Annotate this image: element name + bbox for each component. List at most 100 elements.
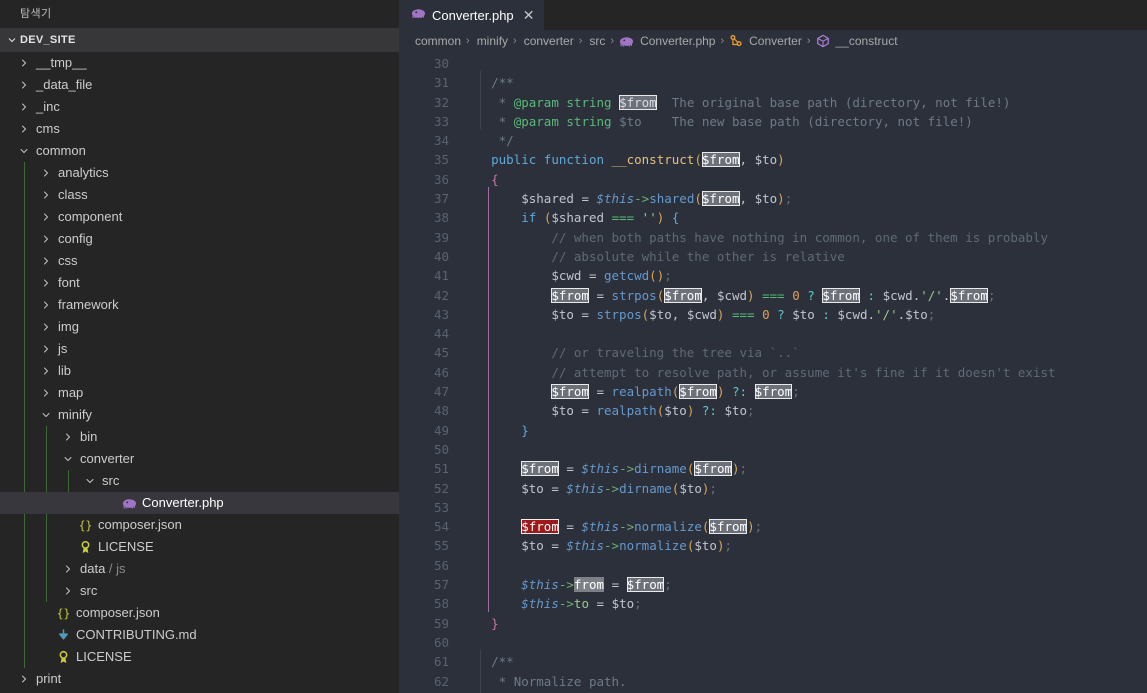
code-line[interactable]: if ($shared === '') { <box>461 208 1147 227</box>
code-line[interactable]: // attempt to resolve path, or assume it… <box>461 363 1147 382</box>
breadcrumb-item-converter-php[interactable]: Converter.php <box>619 34 715 49</box>
code-line[interactable]: $shared = $this->shared($from, $to); <box>461 189 1147 208</box>
tree-file-composer-json[interactable]: {} composer.json <box>0 514 399 536</box>
chevron-right-icon[interactable] <box>38 211 54 223</box>
code-content[interactable]: /** * @param string $from The original b… <box>461 52 1147 693</box>
code-line[interactable]: $from = realpath($from) ?: $from; <box>461 382 1147 401</box>
chevron-down-icon[interactable] <box>60 453 76 465</box>
breadcrumb-item-converter[interactable]: Converter <box>729 34 802 48</box>
tree-folder-converter[interactable]: converter <box>0 448 399 470</box>
chevron-right-icon[interactable] <box>38 255 54 267</box>
breadcrumb-item-converter[interactable]: converter <box>522 34 574 48</box>
tree-folder-css[interactable]: css <box>0 250 399 272</box>
chevron-right-icon[interactable] <box>16 673 32 685</box>
tree-folder-lib[interactable]: lib <box>0 360 399 382</box>
code-line[interactable] <box>461 633 1147 652</box>
code-line[interactable] <box>461 54 1147 73</box>
chevron-right-icon[interactable] <box>60 563 76 575</box>
breadcrumb-item-common[interactable]: common <box>413 34 461 48</box>
code-line[interactable]: * Normalize path. <box>461 672 1147 691</box>
code-line[interactable]: * @param string $to The new base path (d… <box>461 112 1147 131</box>
breadcrumb[interactable]: common › minify › converter › src › Converter.ph… <box>399 30 1147 52</box>
chevron-right-icon[interactable] <box>38 321 54 333</box>
chevron-down-icon[interactable] <box>4 34 20 46</box>
code-line[interactable]: $to = strpos($to, $cwd) === 0 ? $to : $c… <box>461 305 1147 324</box>
code-line[interactable]: $this->to = $to; <box>461 594 1147 613</box>
code-line[interactable]: $from = $this->dirname($from); <box>461 459 1147 478</box>
code-line[interactable]: // when both paths have nothing in commo… <box>461 228 1147 247</box>
code-line[interactable]: { <box>461 170 1147 189</box>
tree-folder-component[interactable]: component <box>0 206 399 228</box>
code-line[interactable]: // absolute while the other is relative <box>461 247 1147 266</box>
code-line[interactable]: // or traveling the tree via `..` <box>461 343 1147 362</box>
code-line[interactable]: $cwd = getcwd(); <box>461 266 1147 285</box>
chevron-right-icon[interactable] <box>16 123 32 135</box>
chevron-right-icon[interactable] <box>16 57 32 69</box>
tree-folder-data-js[interactable]: data / js <box>0 558 399 580</box>
tree-folder-tmp[interactable]: __tmp__ <box>0 52 399 74</box>
code-line[interactable]: public function __construct($from, $to) <box>461 150 1147 169</box>
code-line[interactable]: $to = $this->normalize($to); <box>461 536 1147 555</box>
tree-folder-inc[interactable]: _inc <box>0 96 399 118</box>
tree-folder-analytics[interactable]: analytics <box>0 162 399 184</box>
chevron-down-icon[interactable] <box>16 145 32 157</box>
tree-folder-map[interactable]: map <box>0 382 399 404</box>
tree-folder-src[interactable]: src <box>0 580 399 602</box>
chevron-right-icon[interactable] <box>60 585 76 597</box>
code-line[interactable]: /** <box>461 652 1147 671</box>
code-line[interactable]: $to = realpath($to) ?: $to; <box>461 401 1147 420</box>
chevron-right-icon[interactable] <box>16 101 32 113</box>
chevron-right-icon[interactable] <box>38 277 54 289</box>
tree-folder-common[interactable]: common <box>0 140 399 162</box>
code-line[interactable] <box>461 324 1147 343</box>
code-line[interactable] <box>461 498 1147 517</box>
breadcrumb-item-minify[interactable]: minify <box>475 34 508 48</box>
tree-folder-config[interactable]: config <box>0 228 399 250</box>
chevron-right-icon[interactable] <box>38 387 54 399</box>
tree-file-converter-php[interactable]: Converter.php <box>0 492 399 514</box>
chevron-right-icon[interactable] <box>38 167 54 179</box>
code-line[interactable]: $to = $this->dirname($to); <box>461 479 1147 498</box>
tree-folder-img[interactable]: img <box>0 316 399 338</box>
chevron-right-icon[interactable] <box>38 189 54 201</box>
code-line[interactable]: /** <box>461 73 1147 92</box>
tree-file-contributing-md[interactable]: CONTRIBUTING.md <box>0 624 399 646</box>
code-editor[interactable]: 30 31 32 33 34 35 36 37 38 39 40 41 42 43 44 45 46 47 48 49… <box>399 52 1147 693</box>
tree-folder-js[interactable]: js <box>0 338 399 360</box>
file-tree[interactable]: __tmp__ _data_file _inc cms common analytics c… <box>0 52 399 693</box>
tree-file-license[interactable]: LICENSE <box>0 646 399 668</box>
chevron-right-icon[interactable] <box>60 431 76 443</box>
breadcrumb-item-construct[interactable]: __construct <box>816 34 898 48</box>
chevron-right-icon[interactable] <box>38 365 54 377</box>
tab-converter-php[interactable]: Converter.php ✕ <box>399 0 544 30</box>
tree-folder-minify[interactable]: minify <box>0 404 399 426</box>
code-line[interactable] <box>461 440 1147 459</box>
tree-folder-print[interactable]: print <box>0 668 399 690</box>
code-line[interactable]: } <box>461 614 1147 633</box>
tree-folder-src[interactable]: src <box>0 470 399 492</box>
chevron-right-icon[interactable] <box>38 299 54 311</box>
code-line[interactable]: $this->from = $from; <box>461 575 1147 594</box>
chevron-right-icon[interactable] <box>38 343 54 355</box>
breadcrumb-item-src[interactable]: src <box>587 34 605 48</box>
tree-folder-framework[interactable]: framework <box>0 294 399 316</box>
tree-file-license[interactable]: LICENSE <box>0 536 399 558</box>
chevron-down-icon[interactable] <box>82 475 98 487</box>
tree-folder-bin[interactable]: bin <box>0 426 399 448</box>
code-line[interactable]: */ <box>461 131 1147 150</box>
tree-file-composer-json[interactable]: {} composer.json <box>0 602 399 624</box>
chevron-down-icon[interactable] <box>38 409 54 421</box>
explorer-root-header[interactable]: DEV_SITE <box>0 28 399 52</box>
tree-folder-data-file[interactable]: _data_file <box>0 74 399 96</box>
code-line[interactable]: } <box>461 421 1147 440</box>
code-line[interactable]: $from = $this->normalize($from); <box>461 517 1147 536</box>
chevron-right-icon[interactable] <box>16 79 32 91</box>
code-line[interactable]: * @param string $from The original base … <box>461 93 1147 112</box>
code-line[interactable]: $from = strpos($from, $cwd) === 0 ? $fro… <box>461 286 1147 305</box>
tree-folder-class[interactable]: class <box>0 184 399 206</box>
code-line[interactable] <box>461 556 1147 575</box>
close-icon[interactable]: ✕ <box>520 6 538 24</box>
tree-folder-font[interactable]: font <box>0 272 399 294</box>
tree-folder-cms[interactable]: cms <box>0 118 399 140</box>
chevron-right-icon[interactable] <box>38 233 54 245</box>
